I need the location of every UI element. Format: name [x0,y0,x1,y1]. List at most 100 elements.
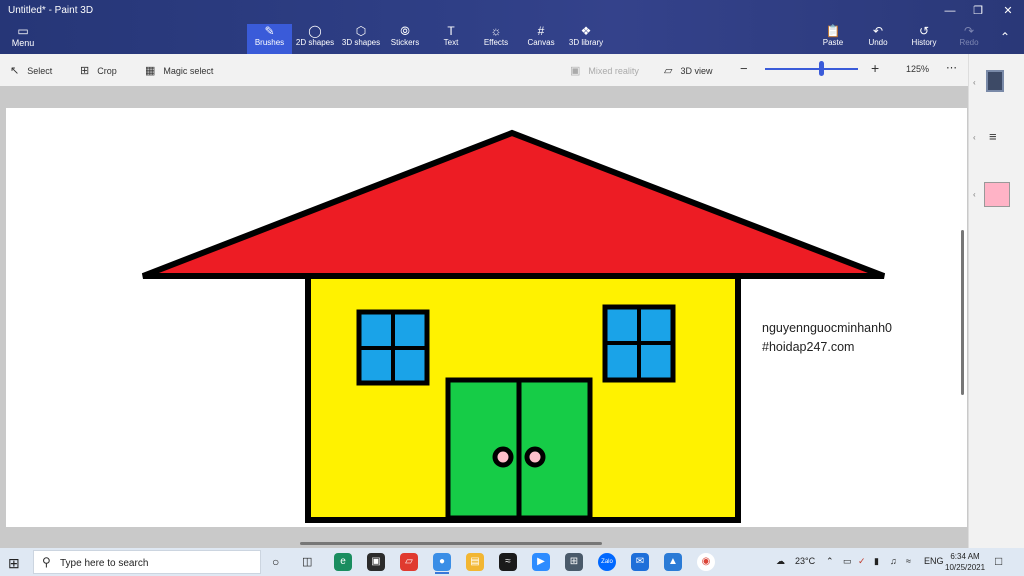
taskbar-search-box[interactable]: ⚲ Type here to search [33,550,261,574]
gift-app-icon[interactable]: ▱ [400,553,418,571]
door-knob-right [524,446,546,468]
paint-3d-taskbar-icon[interactable]: ● [433,553,451,571]
store-icon[interactable]: ▣ [367,553,385,571]
tool-label: Text [443,38,459,47]
menu-icon: ▭ [17,24,29,38]
menu-label: Menu [11,38,35,48]
paste-label: Paste [822,38,844,47]
tool-label: Canvas [527,38,555,47]
undo-button[interactable]: ↶ Undo [858,24,898,54]
show-hidden-icons-icon[interactable]: ⌃ [826,556,834,567]
zoom-out-icon[interactable]: − [740,61,748,76]
paste-button[interactable]: 📋 Paste [813,24,853,54]
horizontal-scrollbar[interactable] [300,542,602,545]
clock-time: 6:34 AM [950,552,980,561]
history-icon: ↺ [918,24,930,38]
mixed-reality-button[interactable]: ▣ Mixed reality [570,64,639,77]
mail-icon[interactable]: ✉ [631,553,649,571]
tool-brushes[interactable]: ✎ Brushes [247,24,292,54]
mixed-reality-icon: ▣ [570,65,581,77]
tool-label: 3D library [568,38,604,47]
selected-color-swatch[interactable] [984,182,1010,207]
calculator-icon[interactable]: ⊞ [565,553,583,571]
chevron-left-icon[interactable]: ‹ [973,190,976,199]
paint-bucket-icon[interactable] [986,70,1004,92]
chevron-left-icon[interactable]: ‹ [973,133,976,142]
maximize-icon[interactable]: ❐ [964,2,992,20]
collapse-ribbon-icon[interactable]: ⌃ [1000,30,1010,44]
watermark-line-1: nguyennguocminhanh0 [762,321,892,335]
tool-3d-library[interactable]: ❖ 3D library [566,24,606,54]
crop-button[interactable]: ⊞ Crop [80,64,117,77]
title-bar: Untitled* - Paint 3D — ❐ ✕ ▭ Menu ✎ Brus… [0,0,1024,54]
chrome-icon[interactable]: ◉ [697,553,715,571]
battery-icon[interactable]: ▮ [874,556,879,567]
history-label: History [911,38,937,47]
tool-3d-shapes[interactable]: ⬡ 3D shapes [340,24,382,54]
magic-select-button[interactable]: ▦ Magic select [145,64,213,77]
zoom-in-icon[interactable]: + [871,60,879,76]
3d-shapes-icon: ⬡ [355,24,367,38]
history-button[interactable]: ↺ History [904,24,944,54]
input-language[interactable]: ENG [924,556,944,566]
wifi-icon[interactable]: ≈ [906,556,911,566]
zalo-icon[interactable]: Zalo [598,553,616,571]
tray-app-icon[interactable]: ▭ [843,556,852,567]
select-button[interactable]: ↖ Select [10,64,52,77]
undo-icon: ↶ [872,24,884,38]
task-view-icon[interactable]: ◫ [302,555,312,568]
adjustments-icon[interactable]: ≡ [989,129,997,144]
zoom-slider-thumb[interactable] [818,61,824,76]
search-icon: ⚲ [42,555,51,569]
redo-button[interactable]: ↷ Redo [949,24,989,54]
tool-canvas[interactable]: # Canvas [523,24,559,54]
undo-label: Undo [868,38,888,47]
zoom-slider-track[interactable] [765,68,858,70]
antivirus-icon[interactable]: ✓ [858,556,866,567]
chevron-left-icon[interactable]: ‹ [973,78,976,87]
photos-icon[interactable]: ▲ [664,553,682,571]
capcut-icon[interactable]: ≈ [499,553,517,571]
canvas-icon: # [537,24,545,38]
3d-view-button[interactable]: ▱ 3D view [664,64,712,77]
window-title: Untitled* - Paint 3D [8,5,94,16]
speaker-icon[interactable]: ♫ [890,556,897,566]
drawing-canvas[interactable]: nguyennguocminhanh0 #hoidap247.com [6,108,967,527]
text-icon: T [447,24,455,38]
select-label: Select [27,66,53,76]
tool-label: Brushes [254,38,285,47]
2d-shapes-icon: ◯ [308,24,322,38]
3d-view-icon: ▱ [664,65,673,77]
windows-start-icon[interactable]: ⊞ [8,555,20,572]
select-icon: ↖ [10,65,20,77]
tool-effects[interactable]: ☼ Effects [478,24,514,54]
cortana-icon[interactable]: ○ [272,555,279,569]
side-panel: ‹ ‹ ≡ ‹ [968,54,1024,548]
tool-stickers[interactable]: ⦾ Stickers [386,24,424,54]
tool-text[interactable]: T Text [433,24,469,54]
door-knob-left [492,446,514,468]
weather-icon[interactable]: ☁ [776,556,785,567]
tool-label: 2D shapes [295,38,335,47]
close-icon[interactable]: ✕ [994,2,1022,20]
edge-icon[interactable]: e [334,553,352,571]
tool-2d-shapes[interactable]: ◯ 2D shapes [294,24,336,54]
workspace: nguyennguocminhanh0 #hoidap247.com [0,86,968,548]
3d-view-label: 3D view [680,66,713,76]
file-explorer-icon[interactable]: ▤ [466,553,484,571]
mixed-reality-label: Mixed reality [588,66,639,76]
menu-button[interactable]: ▭ Menu [8,24,38,50]
notifications-icon[interactable]: □ [995,554,1002,568]
tool-label: 3D shapes [341,38,381,47]
minimize-icon[interactable]: — [936,2,964,20]
more-options-icon[interactable]: ⋯ [946,61,957,74]
watermark-line-2: #hoidap247.com [762,340,855,354]
vertical-scrollbar[interactable] [961,230,964,395]
zoom-app-icon[interactable]: ▶ [532,553,550,571]
redo-icon: ↷ [963,24,975,38]
taskbar-clock[interactable]: 6:34 AM 10/25/2021 [945,551,985,573]
magic-select-icon: ▦ [145,65,156,77]
clock-date: 10/25/2021 [945,563,986,572]
search-placeholder: Type here to search [60,558,149,569]
tool-label: Stickers [390,38,420,47]
